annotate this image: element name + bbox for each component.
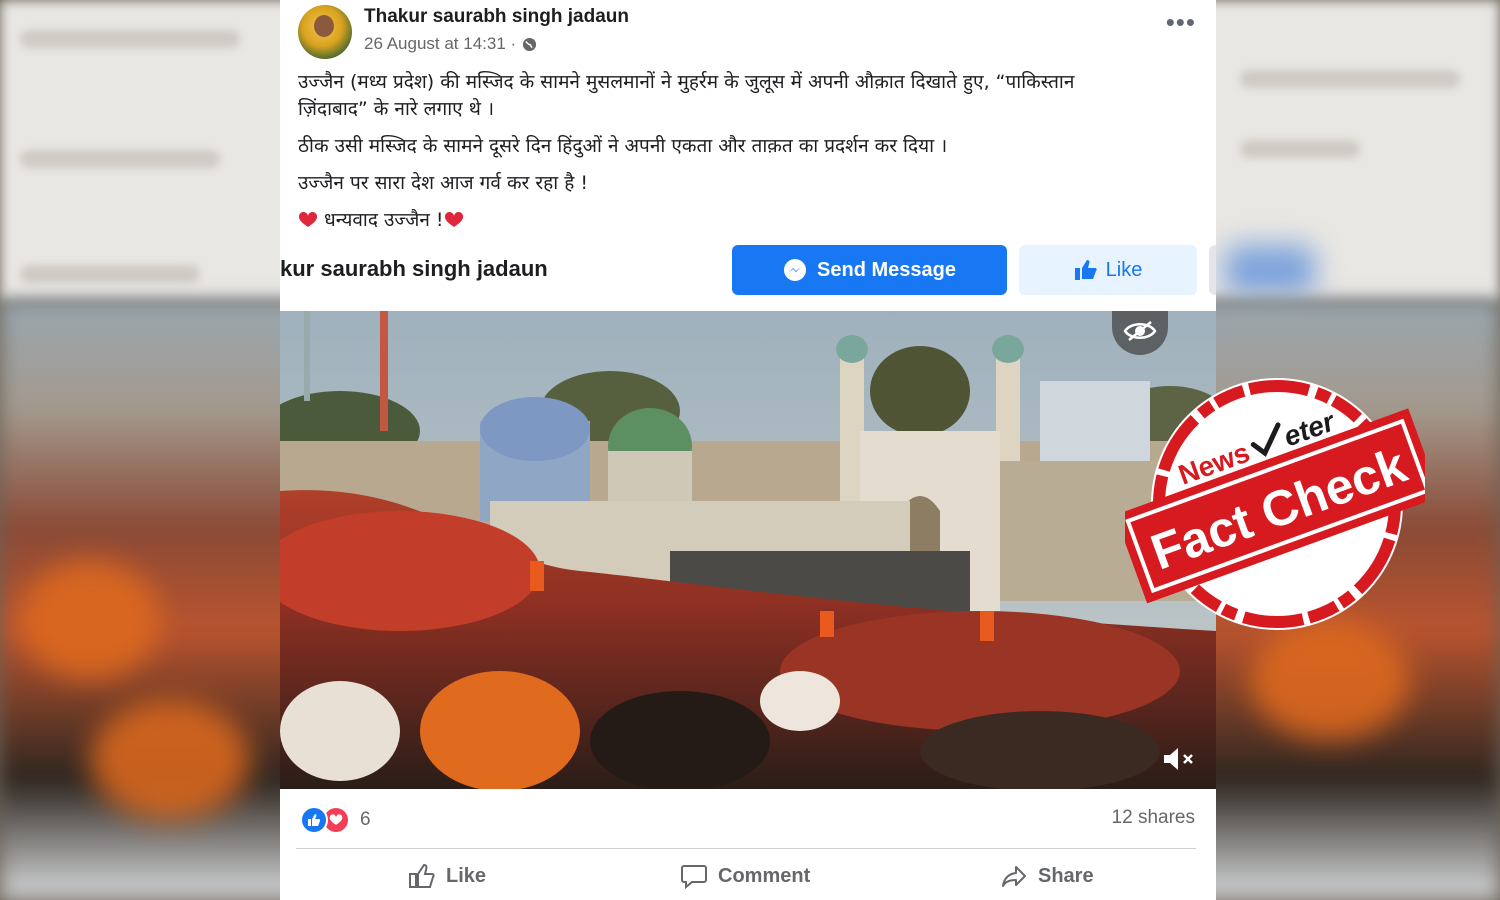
thumbs-up-outline-icon bbox=[409, 863, 435, 888]
page-name[interactable]: kur saurabh singh jadaun bbox=[280, 256, 548, 282]
comment-icon bbox=[681, 865, 707, 890]
post-meta: 26 August at 14:31 · bbox=[364, 34, 537, 54]
author-name[interactable]: Thakur saurabh singh jadaun bbox=[364, 6, 629, 28]
author-avatar[interactable] bbox=[298, 5, 352, 59]
share-arrow-icon bbox=[1002, 866, 1026, 887]
post-text-line-1: उज्जैन (मध्य प्रदेश) की मस्जिद के सामने … bbox=[298, 71, 1075, 93]
comment-action-label: Comment bbox=[718, 864, 811, 887]
heart-icon bbox=[298, 212, 318, 228]
messenger-icon bbox=[784, 259, 807, 281]
share-action-label: Share bbox=[1038, 864, 1094, 887]
post-text-line-4: उज्जैन पर सारा देश आज गर्व कर रहा है ! bbox=[298, 172, 588, 194]
post-text-line-5: धन्यवाद उज्जैन ! bbox=[298, 207, 1188, 234]
fact-check-stamp: Fact Check News eter bbox=[1125, 378, 1425, 630]
reaction-summary[interactable]: 6 bbox=[300, 806, 371, 834]
like-action-label: Like bbox=[446, 864, 487, 887]
thumbs-up-icon bbox=[1074, 260, 1097, 280]
video-player[interactable] bbox=[280, 311, 1216, 789]
more-options-button[interactable]: ••• bbox=[1166, 9, 1196, 35]
post-text-line-3: ठीक उसी मस्जिद के सामने दूसरे दिन हिंदुओ… bbox=[298, 135, 948, 157]
share-action-button[interactable]: Share bbox=[1000, 862, 1094, 890]
post-timestamp[interactable]: 26 August at 14:31 · bbox=[364, 34, 516, 54]
comment-action-button[interactable]: Comment bbox=[680, 862, 810, 890]
globe-icon bbox=[523, 37, 537, 51]
send-message-button[interactable]: Send Message bbox=[732, 245, 1007, 295]
share-count[interactable]: 12 shares bbox=[1112, 807, 1195, 829]
send-message-label: Send Message bbox=[817, 258, 956, 281]
page-more-button[interactable] bbox=[1209, 245, 1216, 295]
video-frame bbox=[280, 311, 1216, 789]
facebook-post: Thakur saurabh singh jadaun 26 August at… bbox=[280, 0, 1216, 900]
divider bbox=[296, 848, 1196, 849]
reaction-count[interactable]: 6 bbox=[360, 809, 371, 831]
mute-icon[interactable] bbox=[1162, 745, 1196, 773]
like-action-button[interactable]: Like bbox=[408, 862, 486, 890]
heart-icon bbox=[444, 212, 464, 228]
post-text-line-2: ज़िंदाबाद” के नारे लगाए थे । bbox=[298, 98, 495, 120]
page-like-button[interactable]: Like bbox=[1019, 245, 1197, 295]
page-like-label: Like bbox=[1105, 258, 1143, 281]
like-reaction-icon bbox=[300, 806, 328, 834]
